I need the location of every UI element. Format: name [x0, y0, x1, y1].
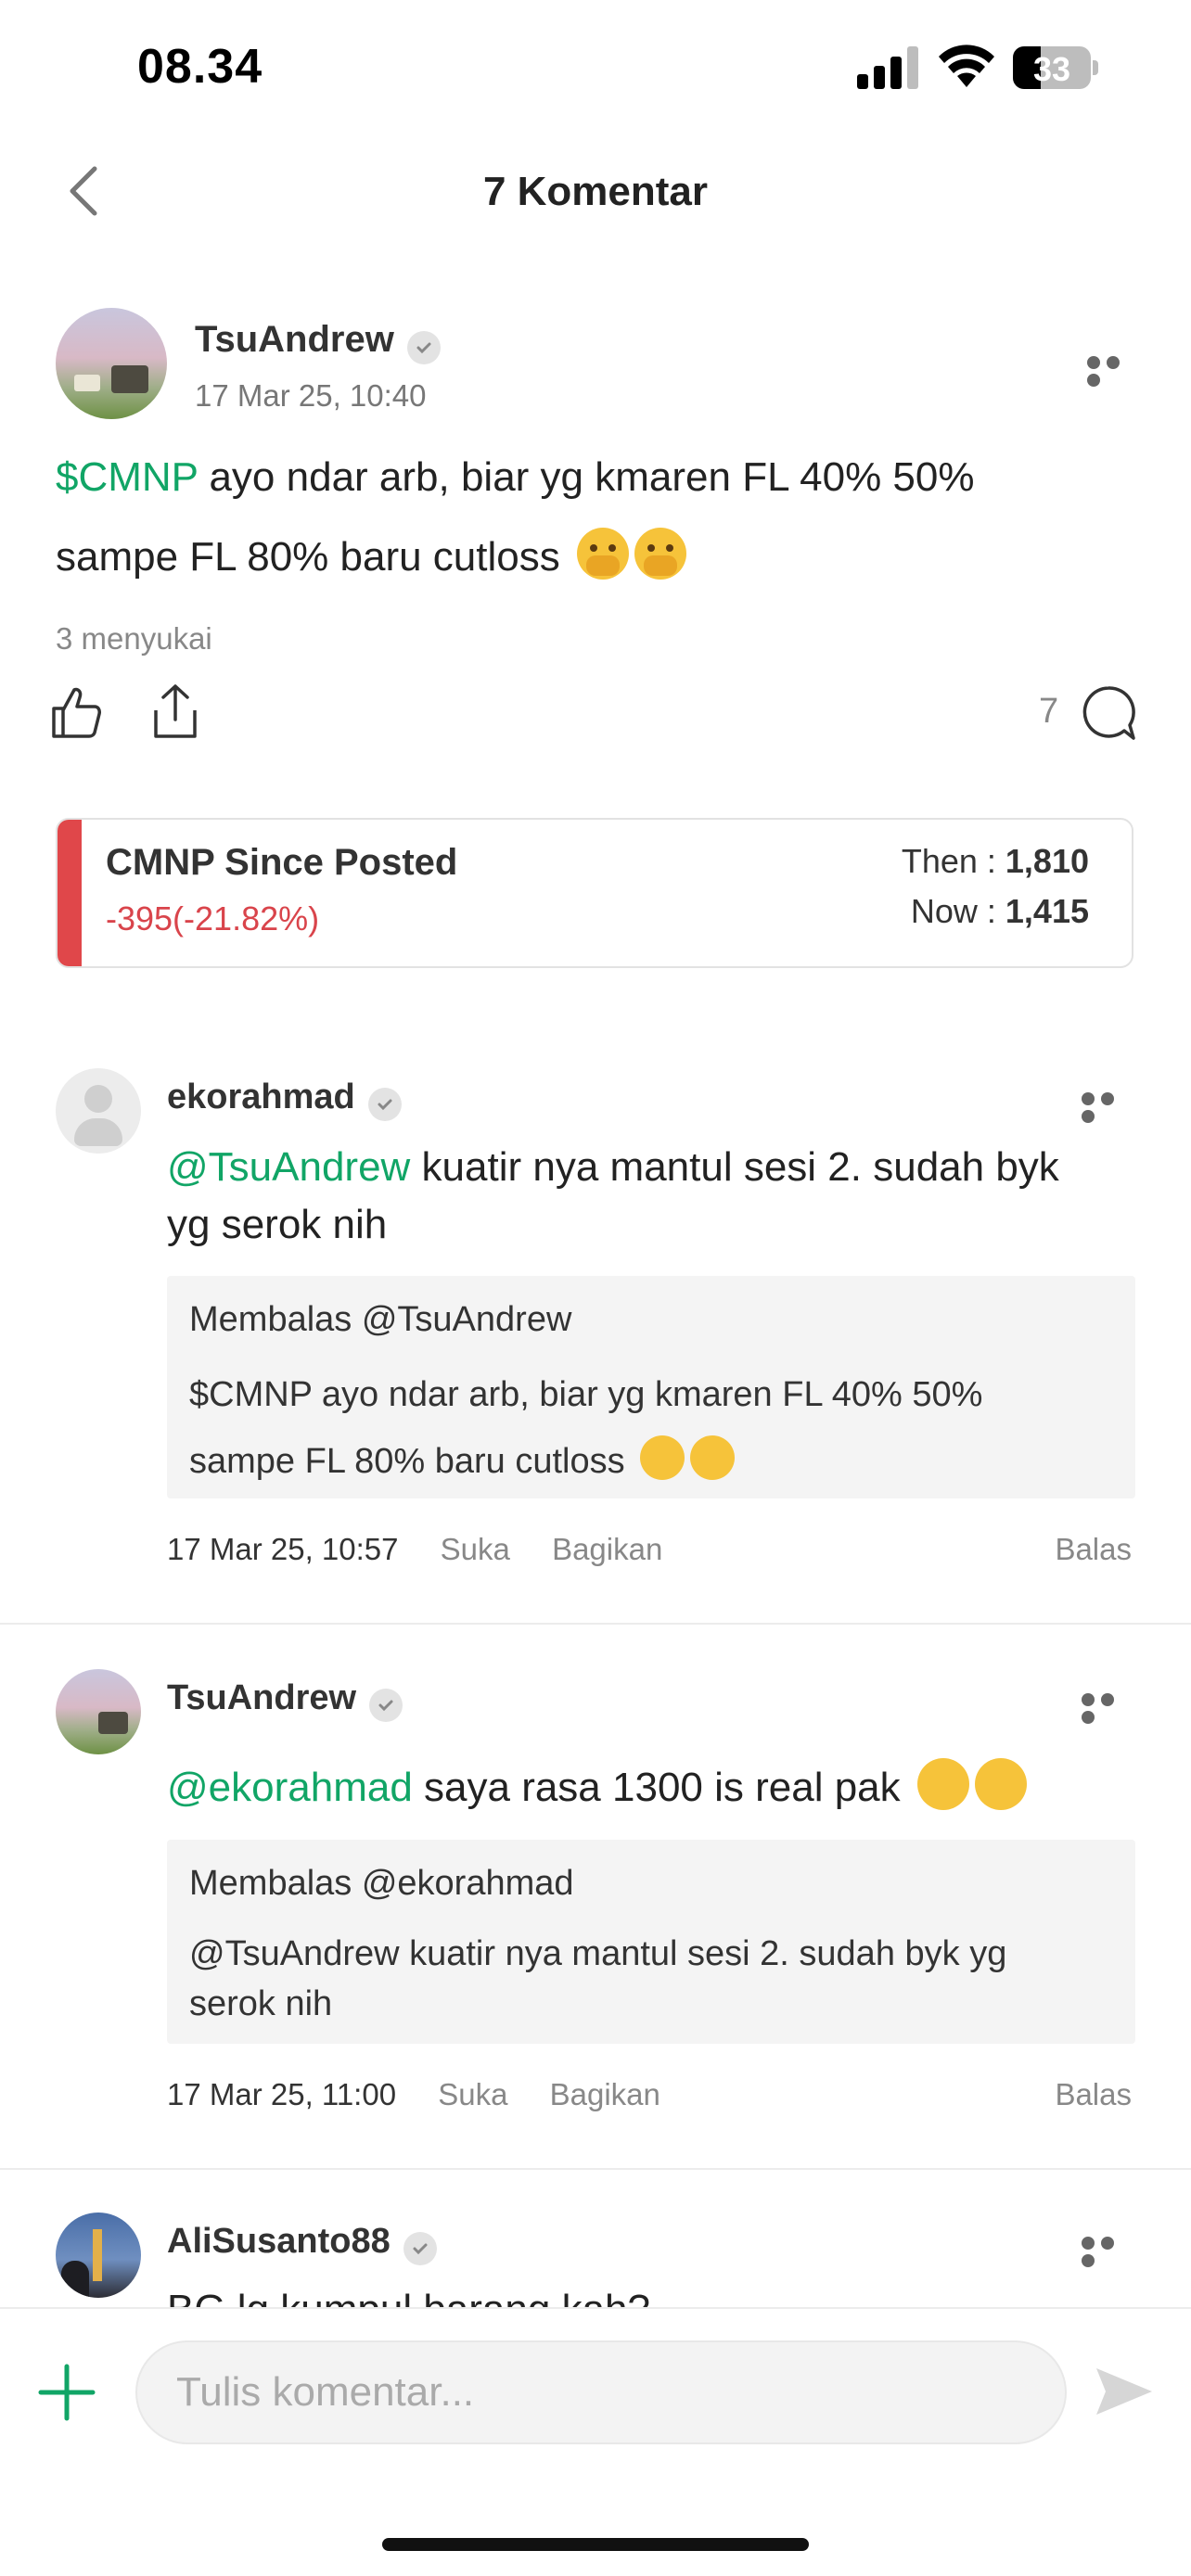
- hand-over-mouth-emoji-icon: [576, 528, 629, 580]
- comment-author-row: AliSusanto88: [167, 2222, 437, 2265]
- post-body: $CMNP ayo ndar arb, biar yg kmaren FL 40…: [56, 438, 1150, 597]
- reply-quote-head: Membalas @TsuAndrew: [189, 1300, 572, 1339]
- comment-author-row: TsuAndrew: [167, 1678, 403, 1722]
- verified-icon: [406, 330, 441, 364]
- hand-over-mouth-emoji-icon: [634, 528, 686, 580]
- reply-quote[interactable]: Membalas @ekorahmad @TsuAndrew kuatir ny…: [167, 1840, 1135, 2044]
- price-card-title: CMNP Since Posted: [106, 842, 458, 883]
- comment-author-name[interactable]: AliSusanto88: [167, 2222, 391, 2261]
- verified-icon: [367, 1087, 402, 1121]
- comment-footer: 17 Mar 25, 11:00 Suka Bagikan Balas: [167, 2077, 1135, 2112]
- comment-input[interactable]: Tulis komentar...: [135, 2340, 1067, 2444]
- battery-level: 33: [1032, 50, 1071, 88]
- send-icon[interactable]: [1095, 2365, 1154, 2418]
- post-author-name[interactable]: TsuAndrew: [195, 319, 394, 360]
- status-time: 08.34: [137, 40, 263, 94]
- reply-quote-head: Membalas @ekorahmad: [189, 1864, 574, 1903]
- post-text-line1: ayo ndar arb, biar yg kmaren FL 40% 50%: [198, 454, 975, 500]
- mention-link[interactable]: @TsuAndrew: [167, 1144, 410, 1190]
- home-indicator: [382, 2538, 809, 2551]
- comment-avatar[interactable]: [56, 1669, 141, 1754]
- post-more-icon[interactable]: [1087, 356, 1145, 387]
- like-link[interactable]: Suka: [441, 1532, 510, 1566]
- comment-count: 7: [1039, 692, 1059, 731]
- ticker-link[interactable]: $CMNP: [56, 454, 198, 500]
- comment-author-row: ekorahmad: [167, 1078, 402, 1121]
- post-author-avatar[interactable]: [56, 308, 167, 419]
- comment-more-icon[interactable]: [1082, 2237, 1139, 2267]
- reply-link[interactable]: Balas: [1055, 2077, 1132, 2112]
- comment-more-icon[interactable]: [1082, 1693, 1139, 1724]
- reply-quote-body: $CMNP ayo ndar arb, biar yg kmaren FL 40…: [189, 1375, 983, 1481]
- battery-icon: 33: [1013, 46, 1098, 91]
- price-card-change: -395(-21.82%): [106, 899, 320, 937]
- verified-icon: [369, 1688, 403, 1722]
- reply-link[interactable]: Balas: [1055, 1532, 1132, 1567]
- comment-avatar[interactable]: [56, 2213, 141, 2298]
- likes-count[interactable]: 3 menyukai: [56, 621, 212, 657]
- hand-over-mouth-emoji-icon: [690, 1435, 736, 1480]
- price-card-now: Now : 1,415: [910, 892, 1089, 930]
- share-icon[interactable]: [150, 682, 200, 740]
- post-timestamp: 17 Mar 25, 10:40: [195, 378, 427, 413]
- comment-author-name[interactable]: ekorahmad: [167, 1078, 355, 1116]
- comment-icon[interactable]: [1080, 684, 1137, 742]
- add-icon[interactable]: [37, 2363, 96, 2422]
- reply-quote-body: @TsuAndrew kuatir nya mantul sesi 2. sud…: [189, 1934, 1007, 2023]
- verified-icon: [403, 2231, 437, 2265]
- share-link[interactable]: Bagikan: [552, 1532, 662, 1566]
- post-text-line2: sampe FL 80% baru cutloss: [56, 534, 560, 580]
- mention-link[interactable]: @ekorahmad: [167, 1765, 413, 1810]
- page-title: 7 Komentar: [482, 169, 709, 214]
- reply-quote[interactable]: Membalas @TsuAndrew $CMNP ayo ndar arb, …: [167, 1276, 1135, 1498]
- like-icon[interactable]: [48, 684, 104, 740]
- post-author-row: TsuAndrew: [195, 319, 441, 364]
- divider: [0, 1623, 1191, 1625]
- divider: [0, 2168, 1191, 2170]
- price-card[interactable]: CMNP Since Posted -395(-21.82%) Then : 1…: [56, 818, 1133, 968]
- share-link[interactable]: Bagikan: [550, 2077, 660, 2111]
- comment-timestamp: 17 Mar 25, 11:00: [167, 2077, 397, 2111]
- composer-divider: [0, 2307, 1191, 2309]
- like-link[interactable]: Suka: [438, 2077, 507, 2111]
- comment-text: @TsuAndrew kuatir nya mantul sesi 2. sud…: [167, 1144, 1059, 1247]
- comment-text-clip: BG lg kumpul barang kah?: [167, 2277, 1150, 2307]
- comment-text: @ekorahmad saya rasa 1300 is real pak: [167, 1758, 1150, 1817]
- price-card-accent: [58, 820, 82, 966]
- hand-over-mouth-emoji-icon: [640, 1435, 685, 1480]
- comment-text: BG lg kumpul barang kah?: [167, 2281, 1150, 2307]
- grinning-emoji-icon: [974, 1758, 1027, 1810]
- comment-footer: 17 Mar 25, 10:57 Suka Bagikan Balas: [167, 1532, 1135, 1567]
- comment-more-icon[interactable]: [1082, 1092, 1139, 1123]
- comment-timestamp: 17 Mar 25, 10:57: [167, 1532, 399, 1566]
- signal-icon: [857, 46, 918, 89]
- price-card-then: Then : 1,810: [901, 842, 1089, 880]
- grinning-emoji-icon: [916, 1758, 969, 1810]
- wifi-icon: [939, 45, 994, 87]
- comment-author-name[interactable]: TsuAndrew: [167, 1678, 356, 1717]
- comment-avatar[interactable]: [56, 1068, 141, 1154]
